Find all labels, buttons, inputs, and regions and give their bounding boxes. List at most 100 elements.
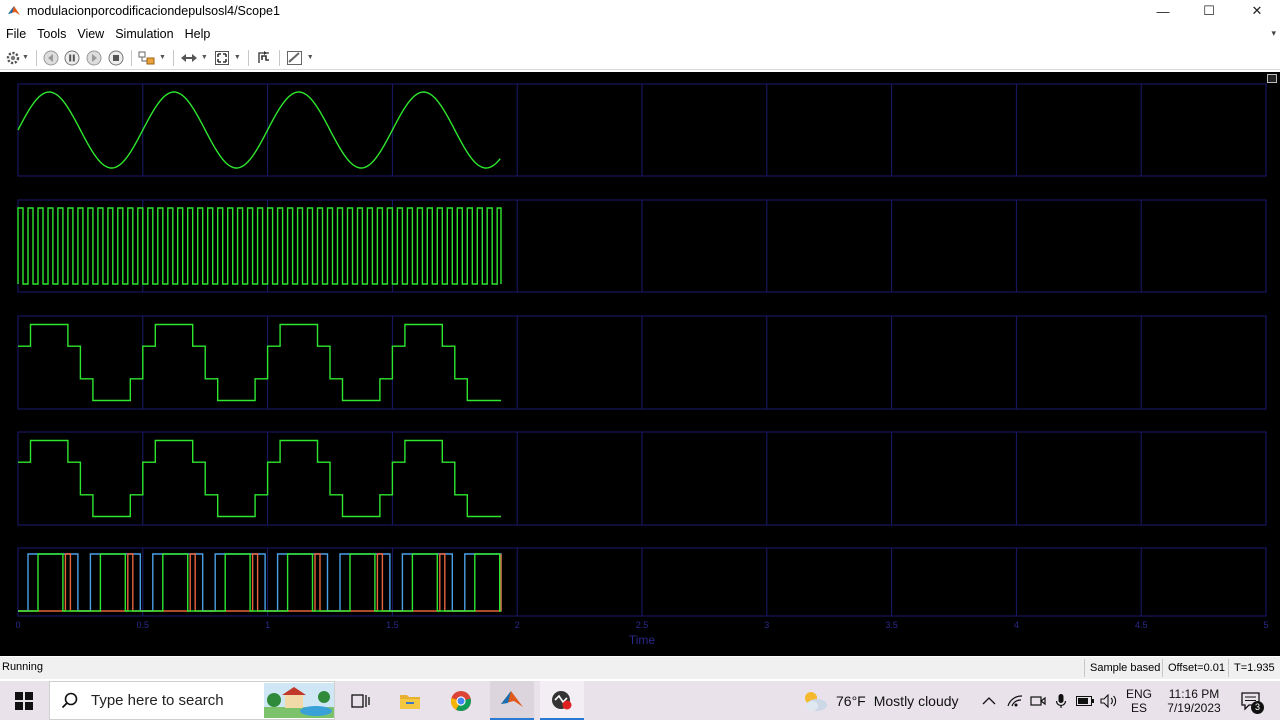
x-tick-label: 3: [764, 620, 769, 630]
scope-plots: 0 0.5 1 1.5 2 2.5 3 3.5 4 4.5 5 Time: [15, 83, 1269, 647]
search-placeholder: Type here to search: [91, 692, 224, 709]
pause-button[interactable]: [61, 48, 83, 68]
meet-now-button[interactable]: [1027, 681, 1049, 720]
microphone-icon: [1055, 693, 1067, 708]
highlight-block-icon: [138, 51, 155, 64]
chrome-icon: [450, 690, 471, 711]
scope-display: 0 0.5 1 1.5 2 2.5 3 3.5 4 4.5 5 Time: [0, 72, 1280, 656]
clock-time: 11:16 PM: [1168, 686, 1220, 701]
task-view-button[interactable]: [340, 681, 380, 720]
triggers-icon: [257, 50, 269, 63]
maximize-icon: ☐: [1203, 3, 1215, 18]
clock-date: 7/19/2023: [1167, 700, 1221, 715]
zoom-dropdown-icon[interactable]: ▼: [201, 54, 208, 61]
menu-help[interactable]: Help: [179, 27, 216, 41]
close-icon: ✕: [1251, 3, 1263, 18]
measurements-icon: [286, 50, 302, 65]
settings-icon: [6, 51, 20, 64]
title-bar: modulacionporcodificaciondepulsosl4/Scop…: [0, 0, 1280, 22]
weather-widget[interactable]: 76°F Mostly cloudy: [800, 681, 960, 720]
wifi-icon: [1007, 694, 1023, 706]
matlab-icon: [501, 690, 523, 707]
notification-badge: 3: [1251, 701, 1264, 714]
quantized-trace: [18, 323, 501, 402]
minimize-button[interactable]: —: [1140, 0, 1186, 22]
undock-icon[interactable]: [1267, 74, 1277, 83]
chevron-up-icon: [982, 696, 996, 704]
menu-file[interactable]: File: [0, 27, 31, 41]
microphone-button[interactable]: [1050, 681, 1072, 720]
network-button[interactable]: [1004, 681, 1026, 720]
settings-button[interactable]: [5, 48, 21, 68]
menu-tools[interactable]: Tools: [31, 27, 71, 41]
x-tick-label: 2.5: [636, 620, 649, 630]
simulink-icon: [552, 690, 572, 709]
step-forward-icon: [86, 50, 102, 65]
toolbar: ▼ ▼ ▼ ▼ ▼: [0, 46, 1280, 70]
x-tick-label: 0: [15, 620, 20, 630]
time-readout: T=1.935: [1228, 659, 1280, 677]
windows-logo-icon: [15, 691, 33, 710]
zoom-button[interactable]: [178, 48, 200, 68]
menu-bar: File Tools View Simulation Help ▾: [0, 24, 1280, 44]
taskbar-search-box[interactable]: Type here to search: [49, 681, 335, 720]
battery-button[interactable]: [1073, 681, 1097, 720]
toolbar-separator: [172, 49, 174, 66]
step-forward-button[interactable]: [83, 48, 105, 68]
clock[interactable]: 11:16 PM 7/19/2023: [1158, 681, 1230, 720]
matlab-taskbar-button[interactable]: [490, 681, 534, 720]
close-button[interactable]: ✕: [1234, 0, 1280, 22]
measurements-button[interactable]: [284, 48, 306, 68]
search-icon: [61, 692, 78, 708]
notifications-button[interactable]: 3: [1232, 681, 1272, 720]
highlight-dropdown-icon[interactable]: ▼: [159, 54, 166, 61]
window-title: modulacionporcodificaciondepulsosl4/Scop…: [27, 4, 280, 18]
autoscale-dropdown-icon[interactable]: ▼: [234, 54, 241, 61]
menu-simulation[interactable]: Simulation: [109, 27, 178, 41]
taskbar: Type here to search 76°F Mostly cloudy E…: [0, 681, 1280, 720]
offset-readout: Offset=0.01: [1162, 659, 1230, 677]
start-button[interactable]: [0, 681, 48, 720]
maximize-button[interactable]: ☐: [1186, 0, 1232, 22]
zoom-icon: [180, 53, 197, 62]
meet-now-icon: [1030, 695, 1046, 706]
keyboard-layout: ES: [1130, 700, 1147, 715]
volume-button[interactable]: [1098, 681, 1120, 720]
step-back-button[interactable]: [41, 48, 61, 68]
x-tick-label: 1: [265, 620, 270, 630]
x-tick-label: 2: [515, 620, 520, 630]
autoscale-icon: [214, 50, 229, 65]
status-bar: Running Sample based Offset=0.01 T=1.935: [0, 657, 1280, 679]
input-language-button[interactable]: ENG ES: [1122, 681, 1156, 720]
x-tick-label: 5: [1263, 620, 1268, 630]
x-tick-label: 0.5: [137, 620, 150, 630]
scope-window: modulacionporcodificaciondepulsosl4/Scop…: [0, 0, 1280, 720]
menu-view[interactable]: View: [71, 27, 109, 41]
square-wave-trace: [17, 207, 502, 285]
simulation-status: Running: [2, 661, 43, 673]
x-tick-label: 1.5: [386, 620, 399, 630]
partly-cloudy-icon: [805, 691, 827, 711]
chrome-button[interactable]: [441, 681, 481, 720]
file-explorer-icon: [400, 694, 420, 709]
dock-icon[interactable]: ▾: [1271, 28, 1276, 39]
language-code: ENG: [1125, 686, 1152, 701]
task-view-icon: [351, 693, 370, 708]
toolbar-separator: [247, 49, 249, 66]
x-tick-label: 4.5: [1135, 620, 1148, 630]
settings-dropdown-icon[interactable]: ▼: [22, 54, 29, 61]
pulse-trace-blue: [18, 553, 502, 612]
matlab-logo-icon: [8, 6, 20, 15]
file-explorer-button[interactable]: [390, 681, 430, 720]
triggers-button[interactable]: [253, 48, 275, 68]
stop-button[interactable]: [105, 48, 127, 68]
weather-temperature: 76°F: [836, 692, 866, 709]
stop-icon: [108, 50, 124, 65]
show-hidden-icons-button[interactable]: [978, 681, 1000, 720]
simulink-taskbar-button[interactable]: [540, 681, 584, 720]
battery-icon: [1076, 695, 1094, 706]
autoscale-button[interactable]: [211, 48, 233, 68]
toolbar-separator: [278, 49, 280, 66]
measurements-dropdown-icon[interactable]: ▼: [307, 54, 314, 61]
highlight-block-button[interactable]: [136, 48, 158, 68]
